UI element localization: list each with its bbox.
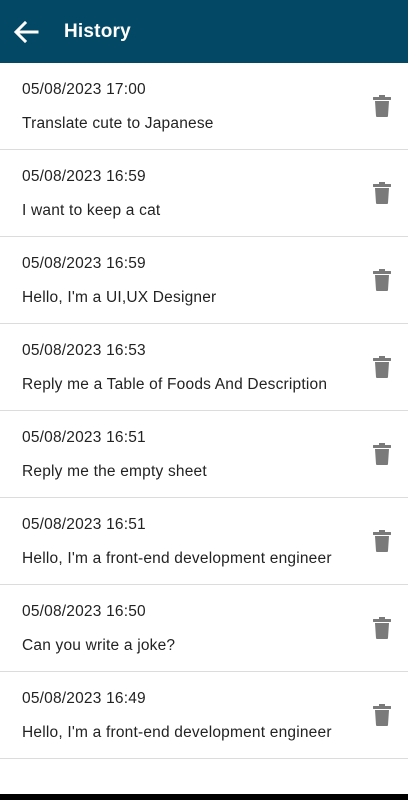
history-timestamp: 05/08/2023 16:53 bbox=[22, 342, 146, 359]
trash-icon[interactable] bbox=[373, 530, 391, 552]
history-message: I want to keep a cat bbox=[22, 202, 161, 219]
app-bar: History bbox=[0, 0, 408, 63]
page-title: History bbox=[64, 20, 131, 42]
history-timestamp: 05/08/2023 16:49 bbox=[22, 690, 146, 707]
history-item[interactable]: 05/08/2023 16:59 Hello, I'm a UI,UX Desi… bbox=[0, 237, 408, 324]
trash-icon[interactable] bbox=[373, 269, 391, 291]
trash-icon[interactable] bbox=[373, 95, 391, 117]
history-message: Reply me a Table of Foods And Descriptio… bbox=[22, 376, 328, 393]
history-list: 05/08/2023 17:00 Translate cute to Japan… bbox=[0, 63, 408, 759]
history-message: Hello, I'm a UI,UX Designer bbox=[22, 289, 217, 306]
history-item[interactable]: 05/08/2023 16:50 Can you write a joke? bbox=[0, 585, 408, 672]
back-button[interactable] bbox=[0, 0, 52, 63]
history-timestamp: 05/08/2023 16:59 bbox=[22, 255, 146, 272]
history-message: Hello, I'm a front-end development engin… bbox=[22, 724, 332, 741]
history-message: Hello, I'm a front-end development engin… bbox=[22, 550, 332, 567]
trash-icon[interactable] bbox=[373, 356, 391, 378]
trash-icon[interactable] bbox=[373, 617, 391, 639]
trash-icon[interactable] bbox=[373, 182, 391, 204]
history-timestamp: 05/08/2023 16:51 bbox=[22, 516, 146, 533]
system-nav-bar bbox=[0, 794, 408, 800]
history-item[interactable]: 05/08/2023 16:49 Hello, I'm a front-end … bbox=[0, 672, 408, 759]
history-item[interactable]: 05/08/2023 16:51 Reply me the empty shee… bbox=[0, 411, 408, 498]
arrow-left-icon bbox=[13, 20, 39, 43]
history-timestamp: 05/08/2023 16:51 bbox=[22, 429, 146, 446]
history-item[interactable]: 05/08/2023 16:53 Reply me a Table of Foo… bbox=[0, 324, 408, 411]
history-message: Can you write a joke? bbox=[22, 637, 176, 654]
history-message: Reply me the empty sheet bbox=[22, 463, 207, 480]
trash-icon[interactable] bbox=[373, 704, 391, 726]
history-item[interactable]: 05/08/2023 16:51 Hello, I'm a front-end … bbox=[0, 498, 408, 585]
history-message: Translate cute to Japanese bbox=[22, 115, 214, 132]
trash-icon[interactable] bbox=[373, 443, 391, 465]
history-timestamp: 05/08/2023 16:50 bbox=[22, 603, 146, 620]
history-item[interactable]: 05/08/2023 16:59 I want to keep a cat bbox=[0, 150, 408, 237]
history-timestamp: 05/08/2023 16:59 bbox=[22, 168, 146, 185]
history-item[interactable]: 05/08/2023 17:00 Translate cute to Japan… bbox=[0, 63, 408, 150]
history-timestamp: 05/08/2023 17:00 bbox=[22, 81, 146, 98]
